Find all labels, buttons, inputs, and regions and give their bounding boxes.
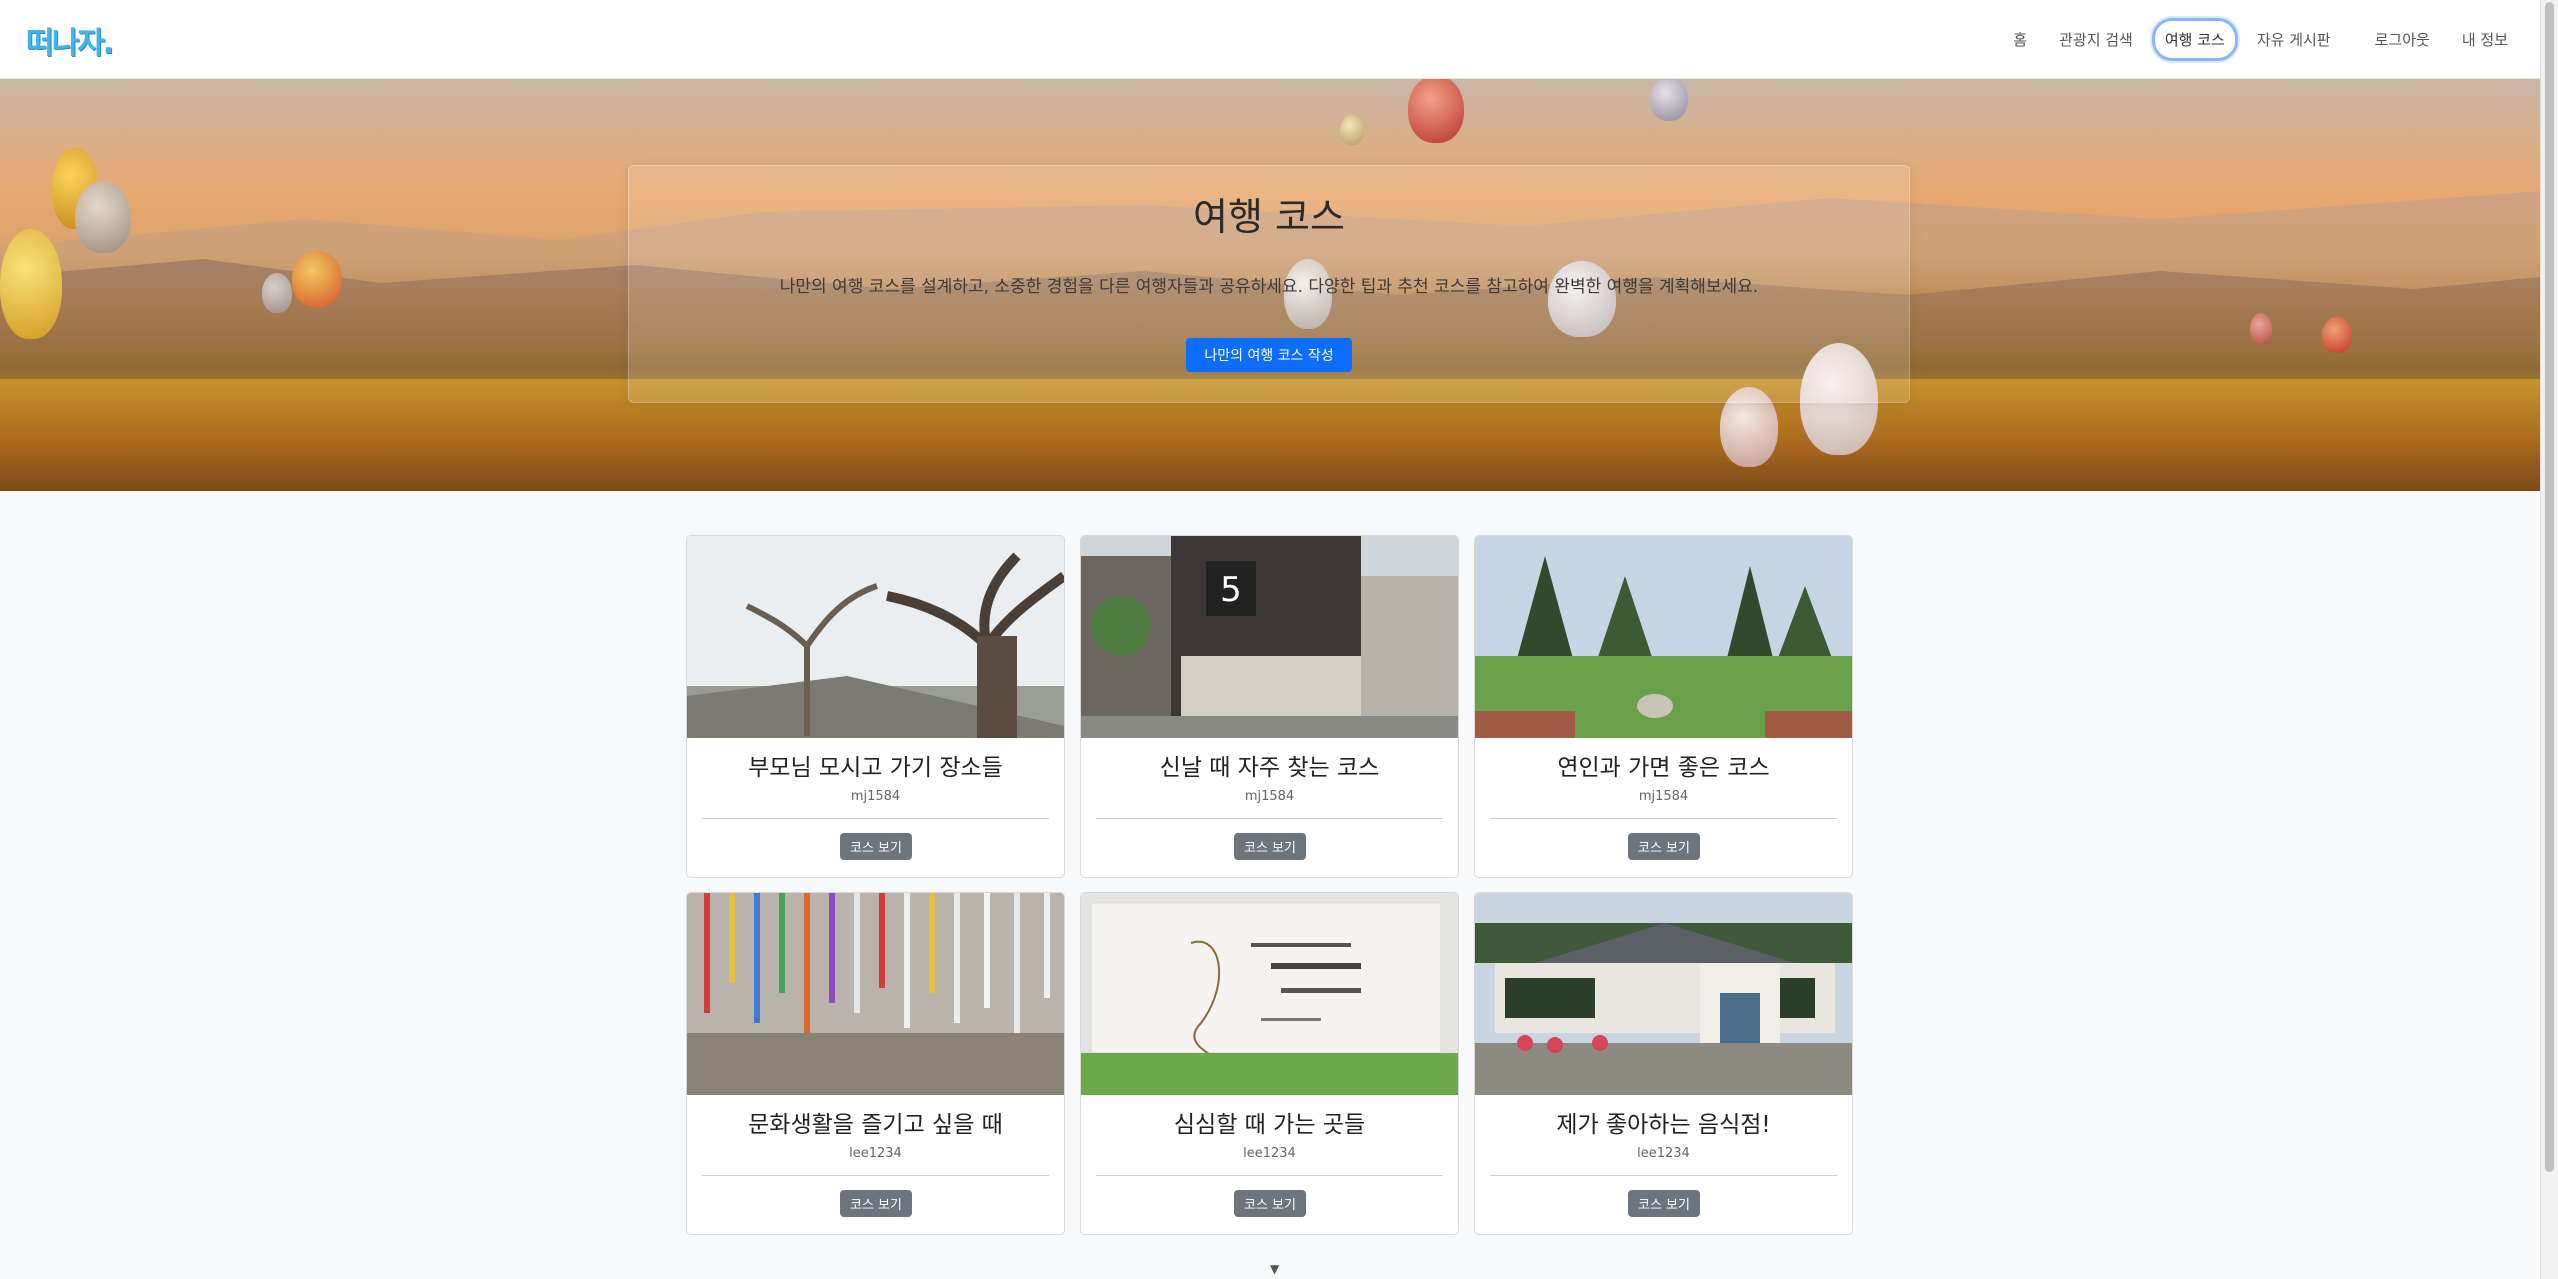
course-author: mj1584	[850, 789, 901, 804]
view-course-button[interactable]: 코스 보기	[840, 1190, 912, 1217]
course-thumbnail[interactable]: 5	[1081, 536, 1458, 738]
nav-logout[interactable]: 로그아웃	[2362, 18, 2443, 61]
view-course-button[interactable]: 코스 보기	[1234, 1190, 1306, 1217]
balloon-image	[1650, 79, 1688, 121]
nav-travel-course[interactable]: 여행 코스	[2151, 17, 2238, 61]
divider	[1096, 818, 1443, 819]
course-card[interactable]: 부모님 모시고 가기 장소들 mj1584 코스 보기	[686, 535, 1065, 878]
divider	[1096, 1175, 1443, 1176]
balloon-image	[262, 273, 292, 313]
course-thumbnail[interactable]	[687, 536, 1064, 738]
course-author: mj1584	[1244, 789, 1295, 804]
nav-attraction-search[interactable]: 관광지 검색	[2046, 18, 2146, 61]
course-card[interactable]: 제가 좋아하는 음식점! lee1234 코스 보기	[1474, 892, 1853, 1235]
balloon-image	[2322, 317, 2352, 353]
hero-banner: 여행 코스 나만의 여행 코스를 설계하고, 소중한 경험을 다른 여행자들과 …	[0, 79, 2541, 491]
divider	[1490, 818, 1837, 819]
page-scrollbar[interactable]	[2540, 0, 2558, 1279]
balloon-image	[2250, 313, 2272, 345]
course-title: 제가 좋아하는 음식점!	[1556, 1112, 1771, 1138]
course-thumbnail[interactable]	[1081, 893, 1458, 1095]
course-author: lee1234	[1637, 1146, 1690, 1161]
course-thumbnail[interactable]	[687, 893, 1064, 1095]
view-course-button[interactable]: 코스 보기	[1628, 1190, 1700, 1217]
navbar: 떠나자. 홈 관광지 검색 여행 코스 자유 게시판 로그아웃 내 정보	[0, 0, 2541, 79]
course-author: lee1234	[849, 1146, 902, 1161]
course-title: 문화생활을 즐기고 싶을 때	[748, 1112, 1003, 1138]
course-title: 심심할 때 가는 곳들	[1173, 1112, 1366, 1138]
hero-description: 나만의 여행 코스를 설계하고, 소중한 경험을 다른 여행자들과 공유하세요.…	[779, 277, 1759, 297]
balloon-image	[1408, 79, 1464, 143]
course-title: 신날 때 자주 찾는 코스	[1159, 755, 1380, 781]
balloon-image	[75, 181, 131, 253]
course-author: mj1584	[1638, 789, 1689, 804]
nav-free-board[interactable]: 자유 게시판	[2244, 18, 2344, 61]
course-card[interactable]: 심심할 때 가는 곳들 lee1234 코스 보기	[1080, 892, 1459, 1235]
view-course-button[interactable]: 코스 보기	[840, 833, 912, 860]
nav-my-info[interactable]: 내 정보	[2449, 18, 2521, 61]
svg-text:5: 5	[1220, 570, 1242, 610]
scroll-down-icon[interactable]: ▼	[1270, 1262, 1279, 1276]
scrollbar-thumb[interactable]	[2545, 2, 2554, 1172]
course-author: lee1234	[1243, 1146, 1296, 1161]
course-card[interactable]: 문화생활을 즐기고 싶을 때 lee1234 코스 보기	[686, 892, 1065, 1235]
divider	[1490, 1175, 1837, 1176]
view-course-button[interactable]: 코스 보기	[1628, 833, 1700, 860]
brand-logo[interactable]: 떠나자.	[26, 18, 114, 62]
view-course-button[interactable]: 코스 보기	[1234, 833, 1306, 860]
balloon-image	[292, 251, 342, 307]
course-card[interactable]: 연인과 가면 좋은 코스 mj1584 코스 보기	[1474, 535, 1853, 878]
course-title: 연인과 가면 좋은 코스	[1557, 755, 1770, 781]
page-title: 여행 코스	[1193, 195, 1345, 239]
course-thumbnail[interactable]	[1475, 536, 1852, 738]
divider	[702, 1175, 1049, 1176]
divider	[702, 818, 1049, 819]
course-title: 부모님 모시고 가기 장소들	[748, 755, 1003, 781]
balloon-image	[0, 229, 62, 339]
create-course-button[interactable]: 나만의 여행 코스 작성	[1186, 338, 1352, 372]
nav-links: 홈 관광지 검색 여행 코스 자유 게시판 로그아웃 내 정보	[1994, 0, 2521, 78]
course-card[interactable]: 5 신날 때 자주 찾는 코스 mj1584 코스 보기	[1080, 535, 1459, 878]
hero-content-box: 여행 코스 나만의 여행 코스를 설계하고, 소중한 경험을 다른 여행자들과 …	[628, 165, 1910, 403]
nav-home[interactable]: 홈	[2000, 18, 2040, 61]
balloon-image	[1340, 115, 1364, 145]
course-thumbnail[interactable]	[1475, 893, 1852, 1095]
